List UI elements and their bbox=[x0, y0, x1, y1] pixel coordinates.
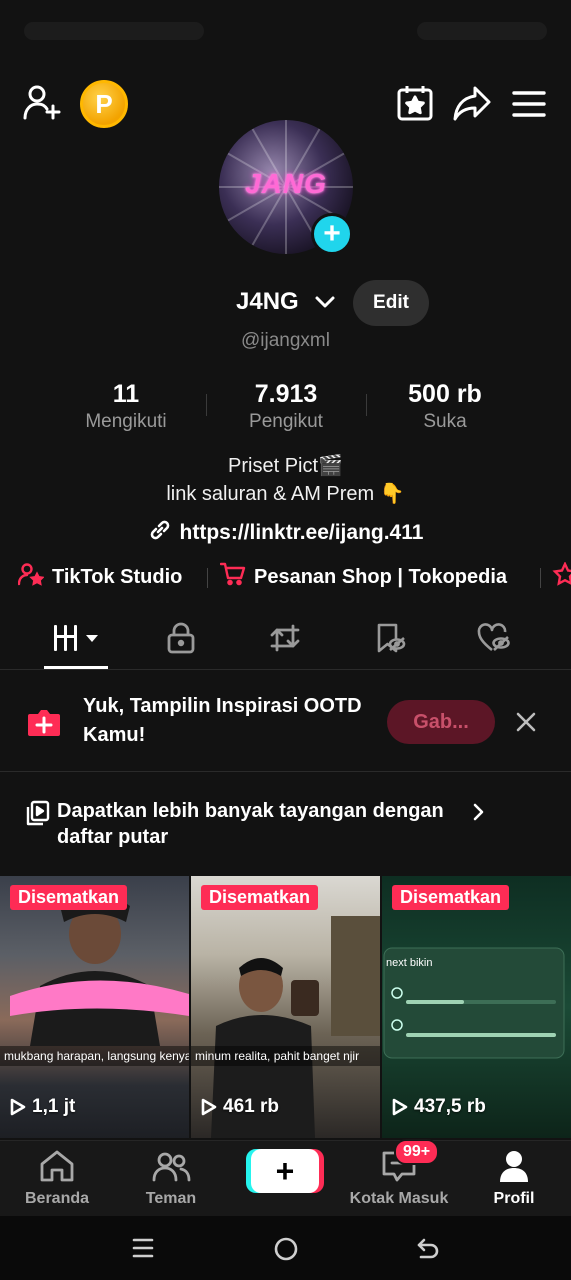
promo-text: Yuk, Tampilin Inspirasi OOTD Kamu! bbox=[83, 695, 362, 746]
edit-profile-button[interactable]: Edit bbox=[353, 280, 429, 326]
tool-label: Pesanan Shop | Tokopedia bbox=[254, 565, 508, 588]
likes-count: 500 rb bbox=[408, 380, 482, 408]
bio-line: Priset Pict🎬 bbox=[228, 455, 343, 477]
tab-private[interactable] bbox=[124, 612, 238, 668]
star-icon bbox=[552, 561, 571, 592]
following-label: Mengikuti bbox=[85, 411, 167, 432]
tool-label: TikTok Studio bbox=[52, 565, 183, 588]
view-count-value: 1,1 jt bbox=[32, 1096, 76, 1117]
more-tools-link[interactable] bbox=[552, 561, 571, 592]
repost-icon bbox=[268, 622, 302, 659]
close-icon[interactable] bbox=[514, 710, 538, 739]
video-thumbnail[interactable]: Disematkan minum realita, pahit banget n… bbox=[191, 876, 380, 1138]
chevron-down-icon[interactable] bbox=[314, 292, 336, 317]
recent-apps-icon[interactable] bbox=[131, 1236, 155, 1265]
add-story-button[interactable]: + bbox=[311, 213, 353, 255]
pinned-badge: Disematkan bbox=[392, 885, 510, 910]
cart-icon bbox=[219, 562, 246, 592]
bio-line: link saluran & AM Prem 👇 bbox=[166, 483, 405, 505]
followers-label: Pengikut bbox=[249, 411, 323, 432]
status-bar-left bbox=[24, 22, 204, 40]
profile-tabs bbox=[0, 612, 571, 670]
likes-stat[interactable]: 500 rb Suka bbox=[365, 380, 525, 433]
video-grid: Disematkan mukbang harapan, langsung ken… bbox=[0, 876, 571, 1138]
bio-link[interactable]: https://linktr.ee/ijang.411 bbox=[0, 518, 571, 548]
divider bbox=[207, 568, 208, 588]
tab-indicator bbox=[44, 666, 108, 669]
creator-tools: TikTok Studio Pesanan Shop | Tokopedia bbox=[0, 560, 571, 594]
nav-label: Beranda bbox=[24, 1190, 90, 1207]
back-icon[interactable] bbox=[415, 1235, 441, 1266]
shop-orders-link[interactable]: Pesanan Shop | Tokopedia bbox=[219, 562, 508, 592]
promo-banner: Yuk, Tampilin Inspirasi OOTD Kamu! Gab..… bbox=[0, 672, 571, 772]
home-button-icon[interactable] bbox=[273, 1236, 299, 1267]
avatar-logo: JANG bbox=[245, 168, 327, 199]
inbox-badge: 99+ bbox=[394, 1139, 440, 1165]
playlist-text: Dapatkan lebih banyak tayangan dengan da… bbox=[57, 800, 444, 848]
chevron-right-icon bbox=[470, 802, 486, 827]
play-icon bbox=[10, 1098, 26, 1116]
play-icon bbox=[201, 1098, 217, 1116]
username: @ijangxml bbox=[241, 330, 330, 351]
view-count-value: 461 rb bbox=[223, 1096, 279, 1117]
bio: Priset Pict🎬 link saluran & AM Prem 👇 bbox=[0, 452, 571, 508]
nav-home[interactable]: Beranda bbox=[0, 1149, 114, 1208]
bookmark-hidden-icon bbox=[374, 622, 406, 659]
link-icon bbox=[148, 518, 172, 548]
status-bar-right bbox=[417, 22, 547, 40]
playlist-icon bbox=[26, 800, 50, 831]
add-friend-icon[interactable] bbox=[22, 82, 62, 122]
create-button[interactable]: + bbox=[251, 1149, 319, 1193]
tab-videos[interactable] bbox=[19, 612, 133, 668]
nav-label: Kotak Masuk bbox=[349, 1190, 449, 1207]
tab-reposts[interactable] bbox=[228, 612, 342, 668]
tiktok-studio-link[interactable]: TikTok Studio bbox=[17, 562, 183, 592]
video-caption: minum realita, pahit banget njir bbox=[191, 1046, 380, 1066]
home-icon bbox=[38, 1149, 76, 1188]
tab-favorites[interactable] bbox=[333, 612, 447, 668]
nav-label: Teman bbox=[145, 1190, 197, 1207]
following-count: 11 bbox=[112, 380, 140, 408]
share-icon[interactable] bbox=[452, 84, 492, 122]
nav-label: Profil bbox=[493, 1190, 535, 1207]
bio-link-text[interactable]: https://linktr.ee/ijang.411 bbox=[180, 521, 424, 545]
bottom-nav: Beranda Teman + Kotak Masuk 99+ Profil bbox=[0, 1139, 571, 1216]
following-stat[interactable]: 11 Mengikuti bbox=[46, 380, 206, 433]
likes-label: Suka bbox=[423, 411, 467, 432]
video-thumbnail[interactable]: Disematkan next bikin 437,5 rb bbox=[382, 876, 571, 1138]
person-star-icon bbox=[17, 562, 45, 592]
play-icon bbox=[392, 1098, 408, 1116]
coin-icon[interactable]: P bbox=[80, 80, 128, 128]
followers-count: 7.913 bbox=[254, 380, 318, 408]
add-collection-icon bbox=[26, 706, 62, 743]
friends-icon bbox=[151, 1149, 191, 1188]
video-caption: next bikin bbox=[386, 957, 433, 969]
pinned-badge: Disematkan bbox=[201, 885, 319, 910]
followers-stat[interactable]: 7.913 Pengikut bbox=[206, 380, 366, 433]
promo-join-button[interactable]: Gab... bbox=[387, 700, 495, 744]
calendar-star-icon[interactable] bbox=[396, 84, 434, 122]
system-nav-bar bbox=[0, 1216, 571, 1280]
menu-icon[interactable] bbox=[512, 90, 546, 118]
nav-friends[interactable]: Teman bbox=[114, 1149, 228, 1208]
view-count-value: 437,5 rb bbox=[414, 1096, 486, 1117]
heart-hidden-icon bbox=[477, 622, 511, 659]
view-count: 1,1 jt bbox=[10, 1096, 75, 1118]
video-thumbnail[interactable]: Disematkan mukbang harapan, langsung ken… bbox=[0, 876, 189, 1138]
playlist-prompt[interactable]: Dapatkan lebih banyak tayangan dengan da… bbox=[0, 784, 571, 854]
grid-icon bbox=[52, 623, 100, 658]
divider bbox=[540, 568, 541, 588]
view-count: 437,5 rb bbox=[392, 1096, 486, 1118]
nav-profile[interactable]: Profil bbox=[457, 1149, 571, 1208]
tab-liked[interactable] bbox=[437, 612, 551, 668]
pinned-badge: Disematkan bbox=[10, 885, 128, 910]
view-count: 461 rb bbox=[201, 1096, 279, 1118]
video-caption: mukbang harapan, langsung kenyang gw nji… bbox=[0, 1046, 189, 1066]
profile-icon bbox=[497, 1149, 531, 1188]
profile-stats: 11 Mengikuti 7.913 Pengikut 500 rb Suka bbox=[0, 380, 571, 440]
status-bar bbox=[0, 0, 571, 64]
lock-icon bbox=[166, 622, 196, 659]
display-name: J4NG bbox=[236, 288, 299, 315]
